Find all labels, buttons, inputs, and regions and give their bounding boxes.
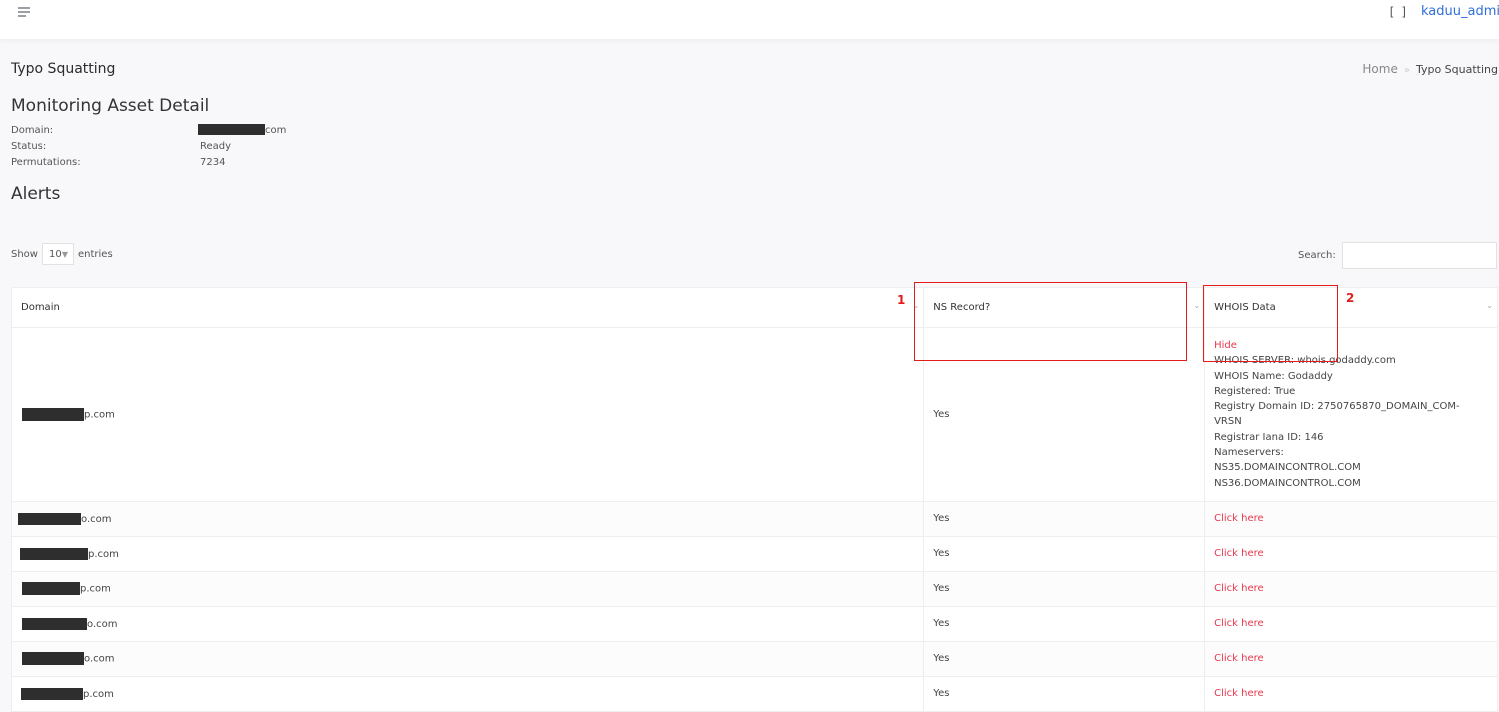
redacted-block: [22, 407, 84, 421]
whois-line: Registry Domain ID: 2750765870_DOMAIN_CO…: [1214, 401, 1460, 413]
user-menu[interactable]: kaduu_admi: [1421, 4, 1499, 19]
search-control: Search:: [1298, 242, 1497, 269]
redacted-block: [20, 547, 88, 560]
domain-label: Domain:: [11, 125, 54, 136]
fullscreen-icon[interactable]: [ ]: [1388, 5, 1408, 19]
whois-line: NS36.DOMAINCONTROL.COM: [1214, 477, 1361, 489]
page-title: Typo Squatting: [11, 61, 116, 77]
status-label: Status:: [11, 141, 47, 152]
ns-record-cell: Yes: [923, 605, 1206, 642]
whois-click-here-link[interactable]: Click here: [1214, 688, 1264, 699]
annotation-label-1: 1: [897, 293, 906, 307]
whois-line: NS35.DOMAINCONTROL.COM: [1214, 462, 1361, 474]
sort-icon: ⌄: [1486, 301, 1493, 310]
domain-cell: o.com: [10, 640, 925, 677]
whois-cell: Click here: [1204, 640, 1498, 677]
whois-cell: Click here: [1204, 675, 1498, 712]
whois-click-here-link[interactable]: Click here: [1214, 513, 1264, 524]
ns-record-cell: Yes: [923, 535, 1206, 572]
whois-cell: Click here: [1204, 535, 1498, 572]
whois-line: VRSN: [1214, 416, 1242, 428]
domain-value-suffix: com: [265, 125, 287, 136]
whois-click-here-link[interactable]: Click here: [1214, 653, 1264, 664]
asset-detail-heading: Monitoring Asset Detail: [11, 96, 210, 116]
domain-suffix: p.com: [88, 548, 119, 560]
whois-cell: Click here: [1204, 605, 1498, 642]
show-entries-control: Show 10 ▼ entries: [11, 243, 113, 267]
whois-line: Registrar Iana ID: 146: [1214, 431, 1324, 443]
column-header-domain[interactable]: Domain ⌄: [10, 287, 925, 328]
redacted-block: [198, 123, 265, 135]
domain-suffix: p.com: [80, 583, 111, 595]
table-row: p.com Yes Click here: [10, 570, 1498, 607]
table-row: o.com Yes Click here: [10, 500, 1498, 537]
search-input[interactable]: [1342, 242, 1497, 269]
annotation-label-2: 2: [1346, 291, 1355, 305]
show-label: Show: [11, 249, 38, 260]
redacted-block: [18, 512, 81, 525]
breadcrumb-home[interactable]: Home: [1362, 62, 1397, 76]
whois-line: Registered: True: [1214, 385, 1296, 397]
domain-suffix: o.com: [87, 618, 118, 630]
redacted-block: [22, 582, 80, 596]
whois-cell: Click here: [1204, 500, 1498, 537]
hamburger-menu-icon[interactable]: [18, 7, 30, 17]
domain-cell: p.com: [10, 675, 925, 712]
entries-select[interactable]: 10 ▼: [41, 243, 74, 265]
breadcrumb: Home » Typo Squatting: [1362, 62, 1498, 76]
domain-suffix: p.com: [84, 409, 115, 421]
column-header-label: Domain: [21, 302, 60, 313]
whois-click-here-link[interactable]: Click here: [1214, 583, 1264, 594]
alerts-heading: Alerts: [11, 184, 61, 204]
domain-cell: o.com: [10, 500, 925, 537]
whois-line: Nameservers:: [1214, 447, 1284, 459]
redacted-block: [22, 652, 84, 666]
whois-cell: Click here: [1204, 570, 1498, 607]
domain-cell: o.com: [10, 605, 925, 642]
table-row: p.com Yes Click here: [10, 535, 1498, 572]
permutations-value: 7234: [200, 157, 226, 168]
annotation-box-2: [1203, 285, 1338, 362]
entries-label: entries: [77, 249, 113, 260]
breadcrumb-current: Typo Squatting: [1415, 63, 1498, 76]
redacted-block: [21, 687, 83, 700]
sort-icon: ⌄: [1193, 301, 1201, 310]
top-navbar: [ ] kaduu_admi: [0, 0, 1499, 39]
ns-record-cell: Yes: [923, 675, 1206, 712]
ns-record-cell: Yes: [923, 640, 1206, 677]
table-row: o.com Yes Click here: [10, 605, 1498, 642]
search-label: Search:: [1298, 250, 1336, 261]
domain-cell: p.com: [10, 535, 925, 572]
entries-select-value: 10: [48, 249, 62, 260]
ns-record-cell: Yes: [923, 500, 1206, 537]
domain-cell: p.com: [10, 327, 925, 502]
domain-cell: p.com: [10, 570, 925, 607]
domain-suffix: o.com: [81, 513, 112, 525]
table-row: o.com Yes Click here: [10, 640, 1498, 677]
chevron-down-icon: ▼: [61, 250, 68, 259]
whois-click-here-link[interactable]: Click here: [1214, 618, 1264, 629]
redacted-block: [22, 617, 87, 630]
status-value: Ready: [200, 141, 232, 152]
permutations-label: Permutations:: [11, 157, 81, 168]
whois-click-here-link[interactable]: Click here: [1214, 548, 1264, 559]
breadcrumb-separator: »: [1403, 65, 1410, 76]
domain-suffix: p.com: [83, 688, 114, 700]
domain-suffix: o.com: [84, 653, 115, 665]
ns-record-cell: Yes: [923, 570, 1206, 607]
table-row: p.com Yes Click here: [10, 675, 1498, 712]
annotation-box-1: [914, 282, 1187, 361]
whois-line: WHOIS Name: Godaddy: [1214, 370, 1333, 382]
